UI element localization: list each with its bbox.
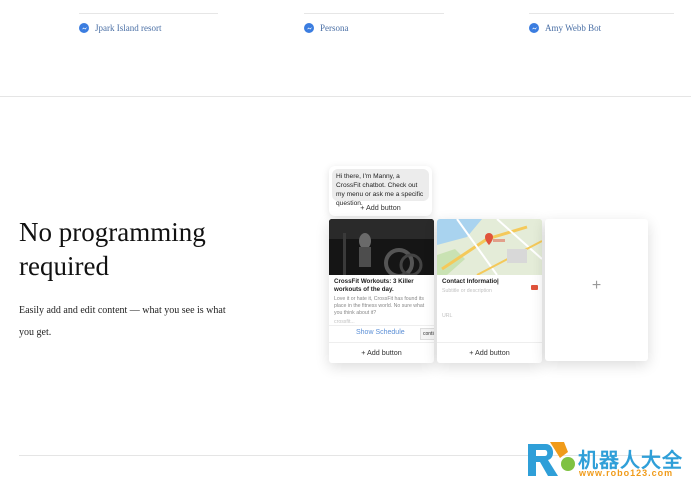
map-thumbnail — [437, 219, 542, 275]
robot-logo-icon — [528, 442, 575, 476]
feature-description: Easily add and edit content — what you s… — [19, 300, 234, 344]
divider — [79, 13, 218, 14]
divider — [437, 342, 542, 343]
divider — [304, 13, 444, 14]
bot-link-amy-webb[interactable]: Amy Webb Bot — [529, 23, 601, 33]
bot-link-label: Amy Webb Bot — [545, 23, 602, 33]
character-limit-badge — [531, 285, 538, 290]
messenger-icon — [529, 23, 539, 33]
bot-link-label: Persona — [320, 23, 349, 33]
feature-title-line2: required — [19, 251, 109, 281]
feature-title: No programming required — [19, 215, 249, 283]
feature-description-line2: you get. — [19, 327, 52, 338]
message-bubble: Hi there, I'm Manny, a CrossFit chatbot.… — [332, 169, 429, 207]
add-button[interactable]: + Add button — [329, 348, 434, 357]
text-message-card: Hi there, I'm Manny, a CrossFit chatbot.… — [329, 166, 432, 216]
divider — [329, 325, 434, 326]
gallery-card-contact: Contact Informatio| Subtitle or descript… — [437, 219, 542, 363]
button-type-tag[interactable]: contin — [420, 328, 434, 340]
section-divider — [0, 96, 691, 97]
watermark-url: www.robo123.com — [579, 468, 674, 478]
card-title: Contact Informatio| — [442, 278, 499, 285]
messenger-icon — [304, 23, 314, 33]
card-subtitle: Subtitle or description — [442, 288, 492, 294]
add-card-placeholder[interactable]: + — [545, 219, 648, 361]
bot-link-label: Jpark Island resort — [95, 23, 162, 33]
feature-title-line1: No programming — [19, 217, 206, 247]
card-title: CrossFit Workouts: 3 Killer workouts of … — [334, 278, 414, 293]
add-button[interactable]: + Add button — [437, 348, 542, 357]
add-button[interactable]: + Add button — [329, 203, 432, 212]
card-url-hint: URL — [442, 313, 453, 319]
card-subtitle: Love it or hate it, CrossFit has found i… — [334, 296, 425, 316]
show-schedule-button[interactable]: Show Schedule — [356, 329, 405, 336]
workout-photo — [329, 219, 434, 275]
add-card-plus-icon[interactable]: + — [545, 277, 648, 295]
feature-description-line1: Easily add and edit content — what you s… — [19, 305, 226, 316]
bot-examples-strip: Jpark Island resort Persona Amy Webb Bot — [0, 0, 691, 96]
divider — [529, 13, 674, 14]
divider — [329, 342, 434, 343]
watermark-logo: 机器人大全 www.robo123.com — [524, 436, 689, 480]
bot-link-jpark[interactable]: Jpark Island resort — [79, 23, 161, 33]
bot-link-persona[interactable]: Persona — [304, 23, 349, 33]
messenger-icon — [79, 23, 89, 33]
gallery-card-workouts: CrossFit Workouts: 3 Killer workouts of … — [329, 219, 434, 363]
